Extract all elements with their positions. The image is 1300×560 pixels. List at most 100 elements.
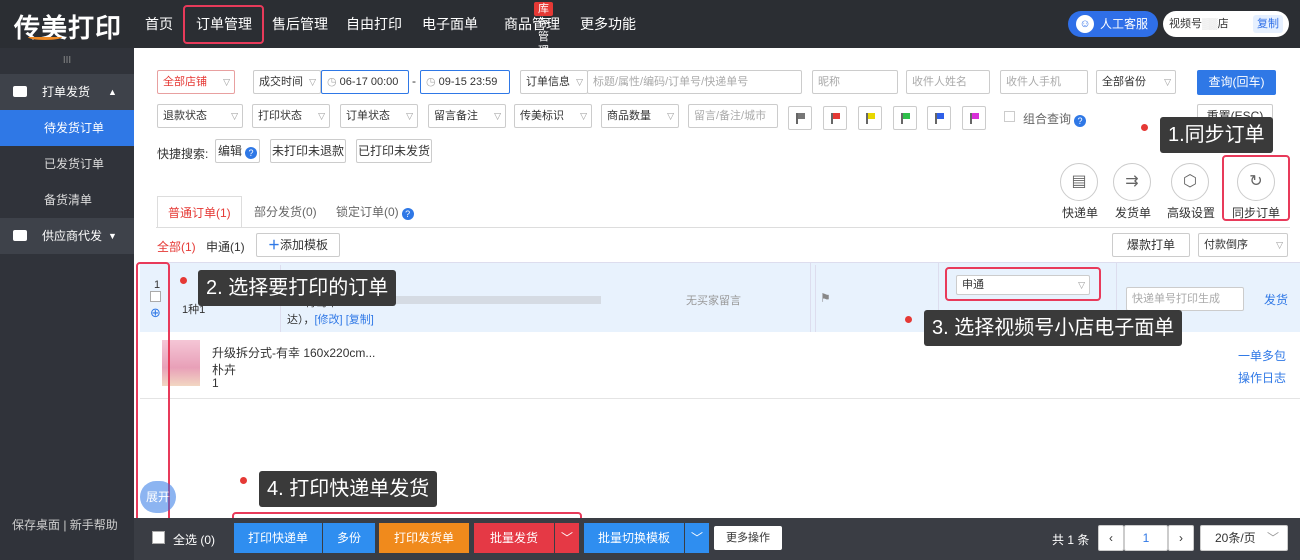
flag-red-icon[interactable] (823, 106, 847, 130)
sidebar-group-ship[interactable]: 打单发货 ▲ (0, 74, 134, 110)
app-logo: 传美打印 (14, 14, 123, 44)
ship-link[interactable]: 发货 (1264, 291, 1288, 308)
quick-unprinted-button[interactable]: 未打印未退款 (270, 139, 346, 163)
batch-ship-button[interactable]: 批量发货 (474, 523, 554, 553)
tab-locked-orders[interactable]: 锁定订单(0)? (336, 196, 414, 228)
sidebar-item-stock-list[interactable]: 备货清单 (0, 182, 134, 218)
next-page-icon[interactable]: › (1168, 525, 1194, 551)
print-status-select[interactable]: 打印状态 ▽ (252, 104, 330, 128)
more-actions-button[interactable]: 更多操作 (714, 526, 782, 550)
highlight-sync (1222, 155, 1290, 221)
callout-dot-1 (1141, 124, 1148, 131)
add-template-button[interactable]: ＋添加模板 (256, 233, 340, 257)
sidebar-group-supplier[interactable]: 供应商代发 ▼ (0, 218, 134, 254)
settings-hexagon-icon[interactable]: ⬡ (1171, 163, 1209, 201)
printer-icon (13, 86, 27, 97)
operation-log-link[interactable]: 操作日志 (1238, 369, 1286, 386)
express-waybill-label[interactable]: 快递单 (1062, 204, 1098, 221)
shop-select[interactable]: 全部店铺 ▽ (157, 70, 235, 94)
nav-home[interactable]: 首页 (136, 0, 182, 48)
order-info-input[interactable]: 标题/属性/编码/订单号/快递单号 (587, 70, 802, 94)
switch-template-dropdown-icon[interactable]: ﹀ (685, 523, 709, 553)
date-separator: - (412, 74, 416, 88)
remark-input[interactable]: 留言/备注/城市 (688, 104, 778, 128)
quick-edit-button[interactable]: 编辑? (215, 139, 260, 163)
multi-copy-button[interactable]: 多份 (323, 523, 375, 553)
help-icon: ? (245, 147, 257, 159)
print-express-button[interactable]: 打印快递单 (234, 523, 322, 553)
flag-blue-icon[interactable] (927, 106, 951, 130)
order-flag-icon[interactable]: ⚑ (820, 291, 831, 305)
receiver-phone-input[interactable]: 收件人手机 (1000, 70, 1088, 94)
hot-print-button[interactable]: 爆款打单 (1112, 233, 1190, 257)
product-title[interactable]: 升级拆分式-有幸 160x220cm... (212, 344, 375, 361)
remark-select[interactable]: 留言备注 ▽ (428, 104, 506, 128)
nav-more[interactable]: 更多功能 (576, 0, 640, 48)
quantity-select[interactable]: 商品数量 ▽ (601, 104, 679, 128)
inventory-badge[interactable]: 库存管理 (534, 2, 553, 57)
order-status-select[interactable]: 订单状态 ▽ (340, 104, 418, 128)
select-all-checkbox[interactable] (152, 531, 165, 544)
callout-dot-4 (240, 477, 247, 484)
copy-shop-button[interactable]: 复制 (1253, 15, 1283, 33)
tracking-number-input[interactable]: 快递单号打印生成 (1126, 287, 1244, 311)
edit-address-link: [修改] (314, 314, 343, 326)
combo-query-checkbox[interactable] (1004, 111, 1015, 122)
page-number-input[interactable]: 1 (1124, 525, 1168, 551)
refund-status-select[interactable]: 退款状态 ▽ (157, 104, 243, 128)
order-info-select[interactable]: 订单信息 ▽ (520, 70, 588, 94)
flag-gray-icon[interactable] (788, 106, 812, 130)
help-icon: ? (1074, 115, 1087, 127)
callout-dot-2 (180, 277, 187, 284)
start-date-input[interactable]: ◷ 06-17 00:00 (321, 70, 409, 94)
nickname-input[interactable]: 昵称 (812, 70, 898, 94)
flag-purple-icon[interactable] (962, 106, 986, 130)
sidebar-item-shipped[interactable]: 已发货订单 (0, 146, 134, 182)
batch-ship-dropdown-icon[interactable]: ﹀ (555, 523, 579, 553)
print-invoice-button[interactable]: 打印发货单 (379, 523, 469, 553)
filter-all[interactable]: 全部(1) (157, 238, 196, 255)
customer-service-button[interactable]: ☺ 人工客服 (1068, 11, 1158, 37)
printer-icon (13, 230, 27, 241)
sort-select[interactable]: 付款倒序 ▽ (1198, 233, 1288, 257)
expand-button[interactable]: 展开 (140, 481, 176, 513)
combo-query-label: 组合查询? (1023, 110, 1087, 127)
province-select[interactable]: 全部省份 ▽ (1096, 70, 1176, 94)
receiver-name-input[interactable]: 收件人姓名 (906, 70, 990, 94)
tab-normal-orders[interactable]: 普通订单(1) (157, 196, 242, 228)
filter-carrier[interactable]: 申通(1) (206, 238, 245, 255)
invoice-icon[interactable]: ⇉ (1113, 163, 1151, 201)
prev-page-icon[interactable]: ‹ (1098, 525, 1124, 551)
highlight-order-management (183, 5, 264, 44)
tab-partial-shipped[interactable]: 部分发货(0) (254, 196, 317, 228)
shop-selector[interactable]: 视频号▒▒店 复制 (1163, 11, 1289, 37)
end-date-input[interactable]: ◷ 09-15 23:59 (420, 70, 510, 94)
sidebar-item-pending[interactable]: 待发货订单 (0, 110, 134, 146)
sidebar-collapse-handle[interactable]: III (0, 48, 134, 74)
query-button[interactable]: 查询(回车) (1197, 70, 1276, 95)
flag-green-icon[interactable] (893, 106, 917, 130)
chevron-up-icon: ▲ (108, 87, 117, 97)
express-waybill-icon[interactable]: ▤ (1060, 163, 1098, 201)
customer-service-label: 人工客服 (1100, 17, 1149, 31)
select-all-label[interactable]: 全选 (0) (173, 531, 215, 548)
invoice-label[interactable]: 发货单 (1115, 204, 1151, 221)
total-count: 共 1 条 (1052, 533, 1090, 547)
plus-icon: ＋ (267, 238, 280, 252)
flag-yellow-icon[interactable] (858, 106, 882, 130)
quick-printed-button[interactable]: 已打印未发货 (356, 139, 432, 163)
advanced-settings-label[interactable]: 高级设置 (1167, 204, 1215, 221)
nav-free-print[interactable]: 自由打印 (342, 0, 406, 48)
nav-after-sales[interactable]: 售后管理 (268, 0, 332, 48)
nav-e-waybill[interactable]: 电子面单 (418, 0, 482, 48)
time-type-select[interactable]: 成交时间 ▽ (253, 70, 321, 94)
nav-goods-management[interactable]: 商品管理 (500, 0, 564, 48)
quick-search-label: 快捷搜索: (157, 147, 209, 161)
batch-switch-template-button[interactable]: 批量切换模板 (584, 523, 684, 553)
page-size-select[interactable]: 20条/页 ﹀ (1200, 525, 1288, 551)
sidebar-footer[interactable]: 保存桌面 | 新手帮助 (12, 516, 118, 533)
callout-print-ship: 4. 打印快递单发货 (259, 471, 438, 507)
mark-select[interactable]: 传美标识 ▽ (514, 104, 592, 128)
multi-package-link[interactable]: 一单多包 (1238, 347, 1286, 364)
chevron-down-icon: ▼ (108, 231, 117, 241)
